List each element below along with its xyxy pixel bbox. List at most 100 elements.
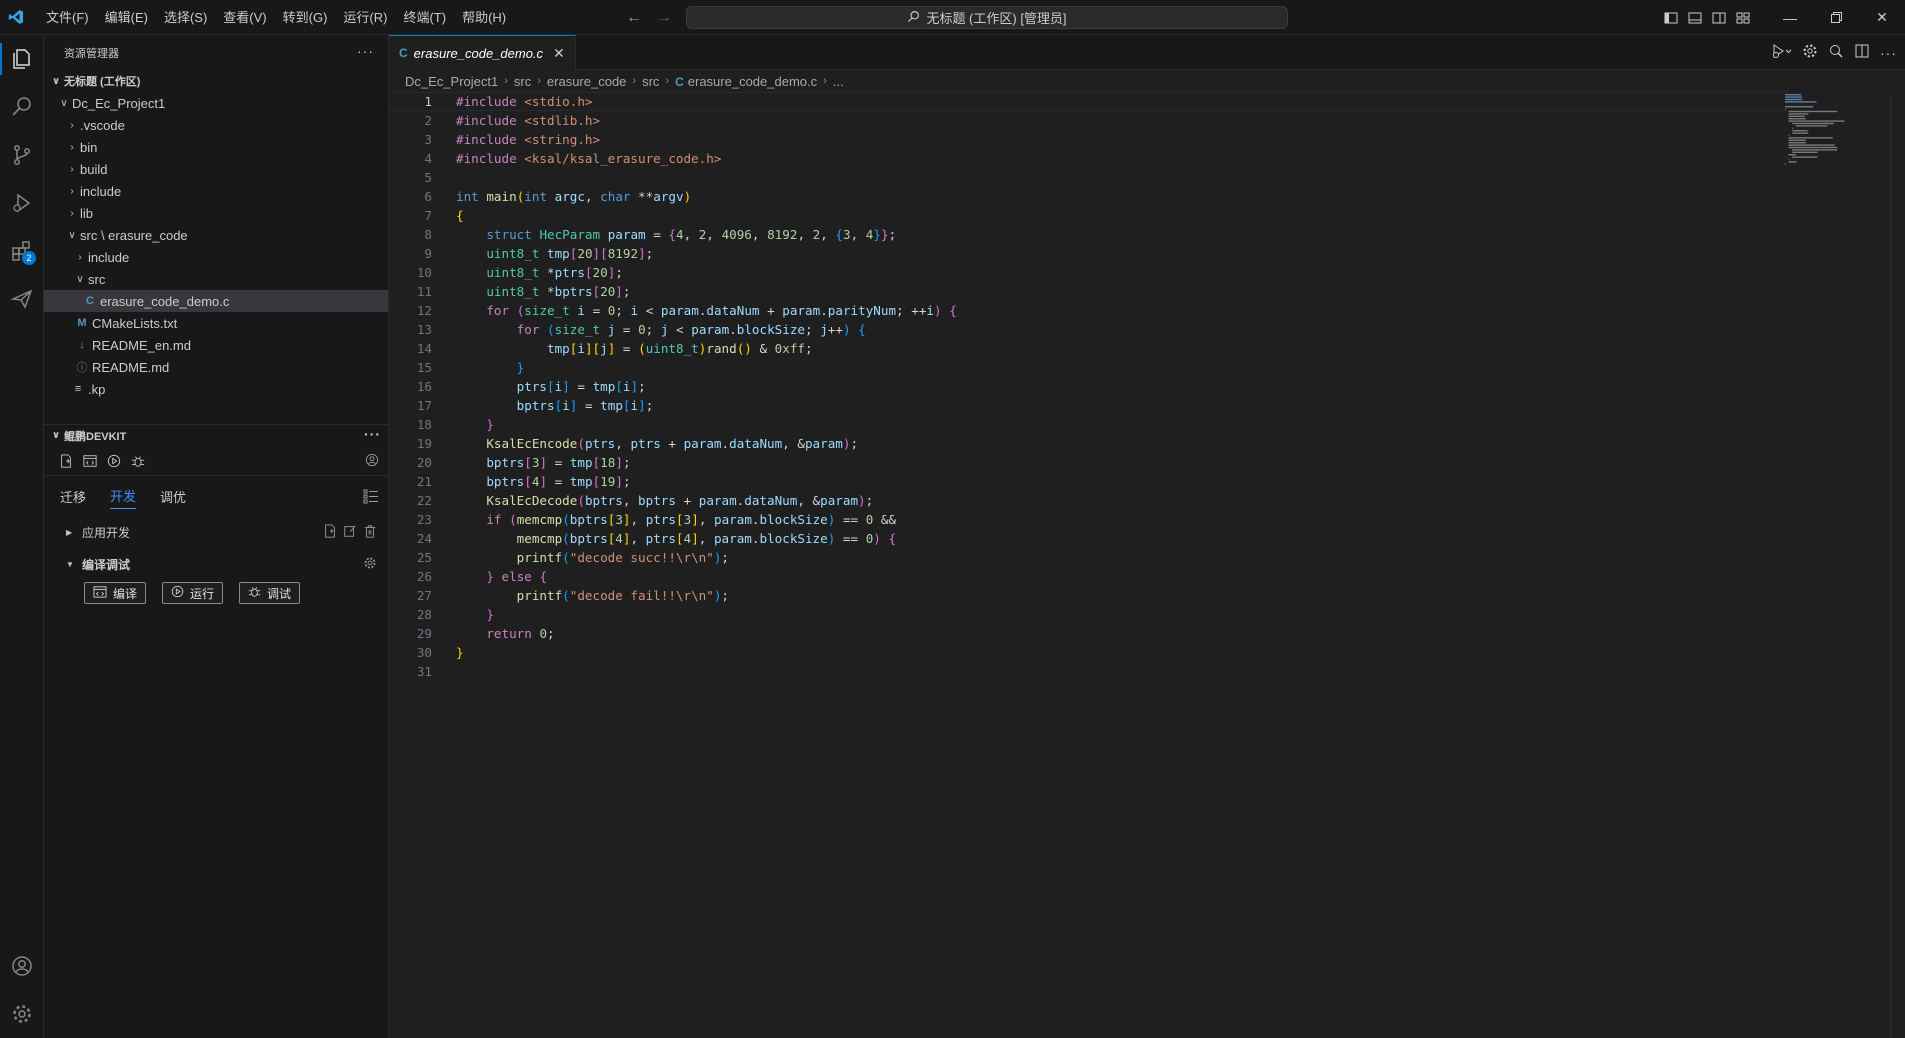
code-editor[interactable]: 1 #include <stdio.h> 2 #include <stdlib.h> 3… [389, 92, 1789, 681]
code-line[interactable]: 28 } [389, 605, 1789, 624]
code-line[interactable]: 30} [389, 643, 1789, 662]
code-line[interactable]: 31 [389, 662, 1789, 681]
breadcrumb-item[interactable]: ... [833, 74, 844, 89]
minimize-button[interactable]: — [1767, 0, 1813, 35]
new-file-icon[interactable] [58, 453, 74, 469]
list-view-icon[interactable] [363, 488, 379, 507]
breadcrumb-file[interactable]: Cerasure_code_demo.c [675, 74, 817, 89]
menu-edit[interactable]: 编辑(E) [97, 0, 156, 35]
code-line[interactable]: 15 } [389, 358, 1789, 377]
back-arrow-icon[interactable]: ← [626, 9, 642, 27]
run-code-icon[interactable] [1772, 43, 1792, 62]
menu-help[interactable]: 帮助(H) [454, 0, 514, 35]
code-line[interactable]: 12 for (size_t i = 0; i < param.dataNum … [389, 301, 1789, 320]
menu-go[interactable]: 转到(G) [275, 0, 336, 35]
code-line[interactable]: 2 #include <stdlib.h> [389, 111, 1789, 130]
code-line[interactable]: 1 #include <stdio.h> [389, 92, 1789, 111]
tab-migration[interactable]: 迁移 [60, 483, 86, 509]
tree-item-cmakelists[interactable]: M CMakeLists.txt [44, 312, 388, 334]
code-line[interactable]: 18 } [389, 415, 1789, 434]
code-line[interactable]: 3 #include <string.h> [389, 130, 1789, 149]
code-line[interactable]: 29 return 0; [389, 624, 1789, 643]
delete-icon[interactable] [363, 524, 377, 541]
tree-item-readme-en[interactable]: ↓ README_en.md [44, 334, 388, 356]
code-line[interactable]: 5 [389, 168, 1789, 187]
breadcrumb-item[interactable]: src [514, 74, 531, 89]
code-line[interactable]: 26 } else { [389, 567, 1789, 586]
tree-item-lib[interactable]: › lib [44, 202, 388, 224]
run-button[interactable]: 运行 [162, 582, 224, 604]
code-line[interactable]: 9 uint8_t tmp[20][8192]; [389, 244, 1789, 263]
close-icon[interactable]: ✕ [553, 45, 565, 62]
toggle-panel-icon[interactable] [1683, 0, 1707, 35]
edit-project-icon[interactable] [343, 524, 357, 541]
menu-selection[interactable]: 选择(S) [156, 0, 215, 35]
menu-view[interactable]: 查看(V) [215, 0, 274, 35]
bug-icon[interactable] [130, 453, 146, 469]
source-control-icon[interactable] [0, 131, 44, 179]
code-line[interactable]: 20 bptrs[3] = tmp[18]; [389, 453, 1789, 472]
workspace-header[interactable]: ∨ 无标题 (工作区) [44, 70, 388, 92]
code-line[interactable]: 19 KsalEcEncode(ptrs, ptrs + param.dataN… [389, 434, 1789, 453]
tree-item-kp[interactable]: ≡ .kp [44, 378, 388, 400]
close-window-button[interactable]: ✕ [1859, 0, 1905, 35]
tree-item-build[interactable]: › build [44, 158, 388, 180]
customize-layout-icon[interactable] [1731, 0, 1755, 35]
split-editor-icon[interactable] [1854, 43, 1870, 62]
code-line[interactable]: 21 bptrs[4] = tmp[19]; [389, 472, 1789, 491]
tab-develop[interactable]: 开发 [110, 483, 137, 509]
vertical-scrollbar[interactable] [1890, 92, 1891, 1038]
code-line[interactable]: 4 #include <ksal/ksal_erasure_code.h> [389, 149, 1789, 168]
tree-item-src[interactable]: ∨ src [44, 268, 388, 290]
tab-tuning[interactable]: 调优 [160, 483, 186, 509]
command-center[interactable]: 无标题 (工作区) [管理员] [686, 6, 1288, 29]
compile-button[interactable]: 编译 [84, 582, 147, 604]
code-line[interactable]: 11 uint8_t *bptrs[20]; [389, 282, 1789, 301]
code-line[interactable]: 24 memcmp(bptrs[4], ptrs[4], param.block… [389, 529, 1789, 548]
code-line[interactable]: 27 printf("decode fail!!\r\n"); [389, 586, 1789, 605]
devkit-header[interactable]: ∨ 鲲鹏DEVKIT ··· [44, 424, 389, 446]
group-app-dev[interactable]: ▶ 应用开发 [44, 516, 389, 548]
menu-file[interactable]: 文件(F) [38, 0, 97, 35]
code-line[interactable]: 17 bptrs[i] = tmp[i]; [389, 396, 1789, 415]
extensions-icon[interactable]: 2 [0, 227, 44, 275]
tree-item-src-erasure-code[interactable]: ∨ src \ erasure_code [44, 224, 388, 246]
tree-item-readme[interactable]: ⓘ README.md [44, 356, 388, 378]
breadcrumb-item[interactable]: Dc_Ec_Project1 [405, 74, 498, 89]
settings-gear-icon[interactable] [363, 556, 377, 573]
explorer-icon[interactable] [0, 35, 44, 83]
user-icon[interactable] [365, 453, 379, 470]
code-line[interactable]: 8 struct HecParam param = {4, 2, 4096, 8… [389, 225, 1789, 244]
toggle-primary-sidebar-icon[interactable] [1659, 0, 1683, 35]
settings-gear-icon[interactable] [0, 990, 44, 1038]
settings-gear-icon[interactable] [1802, 43, 1818, 62]
breadcrumb-item[interactable]: src [642, 74, 659, 89]
minimap[interactable] [1781, 92, 1877, 212]
code-window-icon[interactable] [82, 453, 98, 469]
code-line[interactable]: 23 if (memcmp(bptrs[3], ptrs[3], param.b… [389, 510, 1789, 529]
debug-button[interactable]: 调试 [239, 582, 301, 604]
code-line[interactable]: 7{ [389, 206, 1789, 225]
tree-project-folder[interactable]: ∨ Dc_Ec_Project1 [44, 92, 388, 114]
code-line[interactable]: 25 printf("decode succ!!\r\n"); [389, 548, 1789, 567]
menu-run[interactable]: 运行(R) [335, 0, 395, 35]
menu-terminal[interactable]: 终端(T) [395, 0, 454, 35]
more-actions-icon[interactable]: ··· [364, 426, 381, 442]
tree-item-bin[interactable]: › bin [44, 136, 388, 158]
toggle-secondary-sidebar-icon[interactable] [1707, 0, 1731, 35]
tree-item-include[interactable]: › include [44, 180, 388, 202]
tree-item-erasure-code-demo[interactable]: C erasure_code_demo.c [44, 290, 388, 312]
devkit-icon[interactable] [0, 275, 44, 323]
restore-button[interactable] [1813, 0, 1859, 35]
code-line[interactable]: 10 uint8_t *ptrs[20]; [389, 263, 1789, 282]
code-line[interactable]: 14 tmp[i][j] = (uint8_t)rand() & 0xff; [389, 339, 1789, 358]
forward-arrow-icon[interactable]: → [656, 9, 672, 27]
tab-erasure-code-demo[interactable]: C erasure_code_demo.c ✕ [389, 35, 576, 70]
code-line[interactable]: 16 ptrs[i] = tmp[i]; [389, 377, 1789, 396]
run-debug-icon[interactable] [0, 179, 44, 227]
code-line[interactable]: 22 KsalEcDecode(bptrs, bptrs + param.dat… [389, 491, 1789, 510]
search-icon[interactable] [0, 83, 44, 131]
tree-item-vscode[interactable]: › .vscode [44, 114, 388, 136]
code-line[interactable]: 13 for (size_t j = 0; j < param.blockSiz… [389, 320, 1789, 339]
search-icon[interactable] [1828, 43, 1844, 62]
